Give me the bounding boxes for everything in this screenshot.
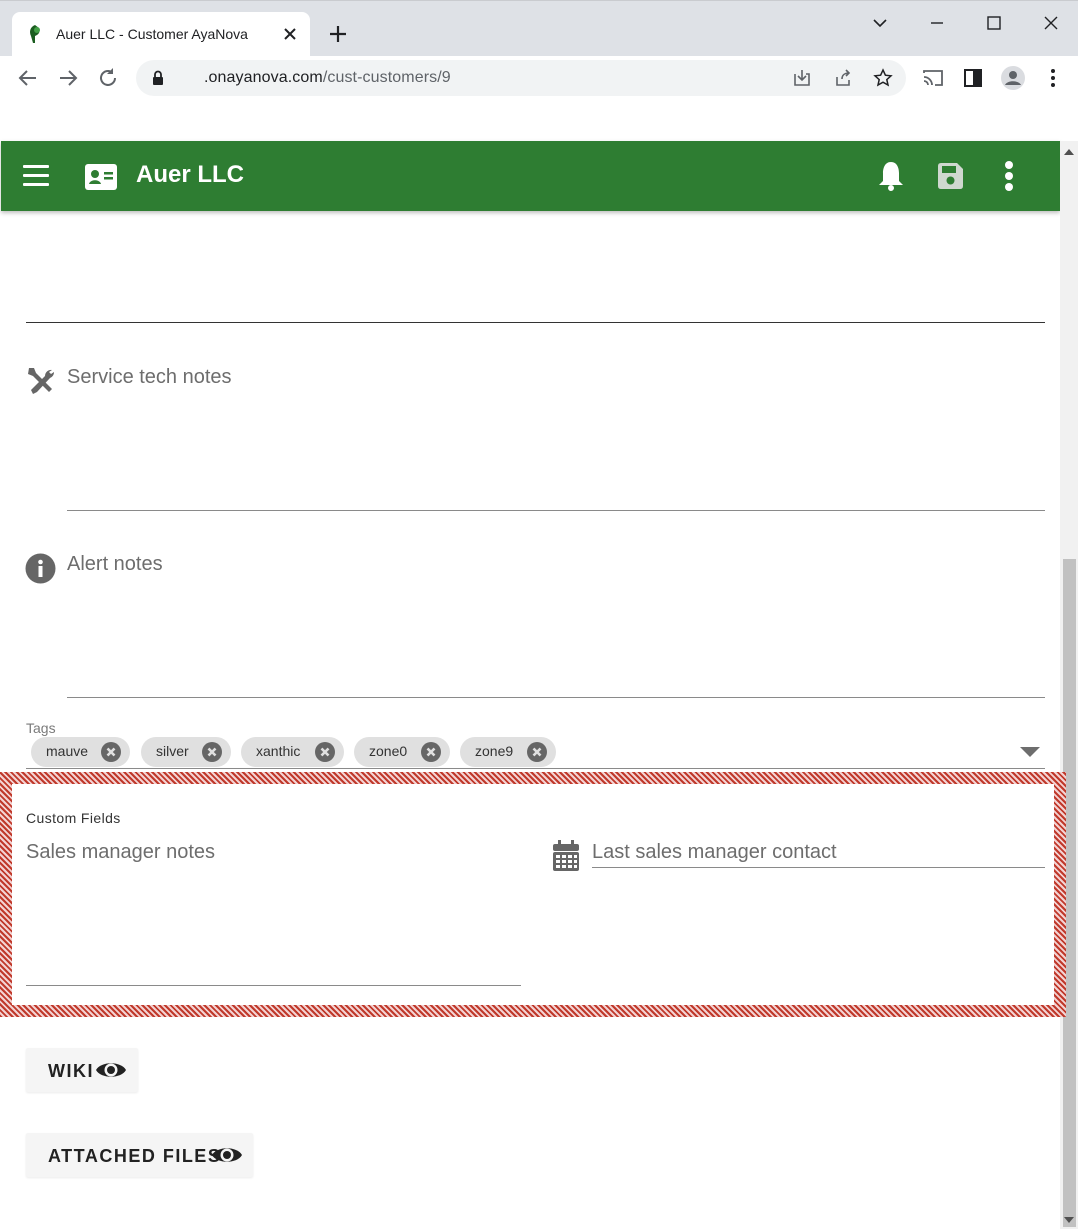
- tag-chip[interactable]: zone9: [460, 737, 556, 767]
- attached-files-button-label: ATTACHED FILES: [48, 1146, 222, 1166]
- scroll-down-arrow-icon[interactable]: [1064, 1217, 1074, 1223]
- tag-chip[interactable]: mauve: [31, 737, 130, 767]
- browser-toolbar: .onayanova.com/cust-customers/9: [0, 56, 1078, 100]
- page-top-gap: [0, 100, 1078, 140]
- last-sales-manager-contact-input[interactable]: [592, 867, 1045, 868]
- bell-icon[interactable]: [877, 160, 905, 192]
- app-title: Auer LLC: [136, 161, 244, 188]
- cast-icon[interactable]: [921, 66, 945, 90]
- reload-icon[interactable]: [96, 66, 120, 90]
- app-bar: Auer LLC: [1, 141, 1060, 211]
- wiki-button[interactable]: WIKI: [26, 1048, 138, 1092]
- tag-chip-label: xanthic: [256, 743, 301, 759]
- previous-field-underline[interactable]: [26, 322, 1045, 323]
- contact-card-icon: [85, 164, 117, 190]
- info-icon: [25, 553, 56, 584]
- browser-tab[interactable]: Auer LLC - Customer AyaNova: [12, 12, 310, 57]
- maximize-icon[interactable]: [980, 9, 1008, 37]
- profile-avatar-icon[interactable]: [1001, 66, 1025, 90]
- tag-chip-label: mauve: [46, 743, 89, 759]
- address-bar[interactable]: .onayanova.com/cust-customers/9: [136, 60, 906, 96]
- install-app-icon[interactable]: [792, 68, 812, 88]
- attached-files-button[interactable]: ATTACHED FILES: [26, 1133, 253, 1177]
- kebab-menu-icon[interactable]: [1000, 160, 1018, 192]
- calendar-icon[interactable]: [552, 840, 580, 872]
- side-panel-icon[interactable]: [961, 66, 985, 90]
- new-tab-icon[interactable]: [326, 22, 350, 46]
- hamburger-menu-icon[interactable]: [22, 162, 50, 190]
- tab-title: Auer LLC - Customer AyaNova: [56, 26, 248, 42]
- eye-icon: [212, 1148, 242, 1162]
- service-tech-notes-textarea[interactable]: [67, 510, 1045, 511]
- remove-tag-icon[interactable]: [202, 742, 222, 762]
- tag-chip-label: zone0: [369, 743, 408, 759]
- url-text[interactable]: .onayanova.com/cust-customers/9: [204, 69, 451, 87]
- sales-manager-notes-label[interactable]: Sales manager notes: [26, 841, 215, 864]
- tags-field-underline: [26, 768, 1045, 769]
- tag-chip[interactable]: silver: [141, 737, 231, 767]
- wiki-button-label: WIKI: [48, 1061, 94, 1081]
- tag-chip-label: silver: [156, 743, 189, 759]
- wrench-screwdriver-icon: [28, 368, 55, 394]
- tag-chip[interactable]: zone0: [354, 737, 450, 767]
- bookmark-star-icon[interactable]: [873, 68, 893, 88]
- remove-tag-icon[interactable]: [421, 742, 441, 762]
- remove-tag-icon[interactable]: [315, 742, 335, 762]
- remove-tag-icon[interactable]: [527, 742, 547, 762]
- page-scrollbar[interactable]: [1060, 141, 1078, 1229]
- tab-search-chevron-icon[interactable]: [866, 9, 894, 37]
- forward-arrow-icon[interactable]: [56, 66, 80, 90]
- eye-icon: [96, 1063, 126, 1077]
- browser-tabstrip: Auer LLC - Customer AyaNova: [0, 0, 1078, 57]
- sales-manager-notes-textarea[interactable]: [26, 985, 521, 986]
- remove-tag-icon[interactable]: [101, 742, 121, 762]
- tag-chip-label: zone9: [475, 743, 514, 759]
- close-window-icon[interactable]: [1037, 9, 1065, 37]
- last-sales-manager-contact-label[interactable]: Last sales manager contact: [592, 841, 837, 864]
- alert-notes-textarea[interactable]: [67, 697, 1045, 698]
- tags-label: Tags: [26, 720, 56, 736]
- close-tab-icon[interactable]: [280, 24, 300, 44]
- custom-fields-title: Custom Fields: [26, 810, 121, 826]
- scroll-up-arrow-icon[interactable]: [1064, 149, 1074, 155]
- lock-icon[interactable]: [148, 68, 168, 88]
- service-tech-notes-label[interactable]: Service tech notes: [67, 366, 232, 389]
- tags-dropdown-arrow-icon[interactable]: [1020, 747, 1040, 757]
- tag-chip[interactable]: xanthic: [241, 737, 344, 767]
- floppy-disk-icon[interactable]: [936, 162, 964, 190]
- browser-menu-icon[interactable]: [1041, 66, 1065, 90]
- ayanova-favicon-icon: [30, 25, 40, 43]
- back-arrow-icon[interactable]: [16, 66, 40, 90]
- minimize-icon[interactable]: [923, 9, 951, 37]
- alert-notes-label[interactable]: Alert notes: [67, 553, 163, 576]
- custom-fields-section: [0, 772, 1066, 1017]
- share-icon[interactable]: [833, 68, 853, 88]
